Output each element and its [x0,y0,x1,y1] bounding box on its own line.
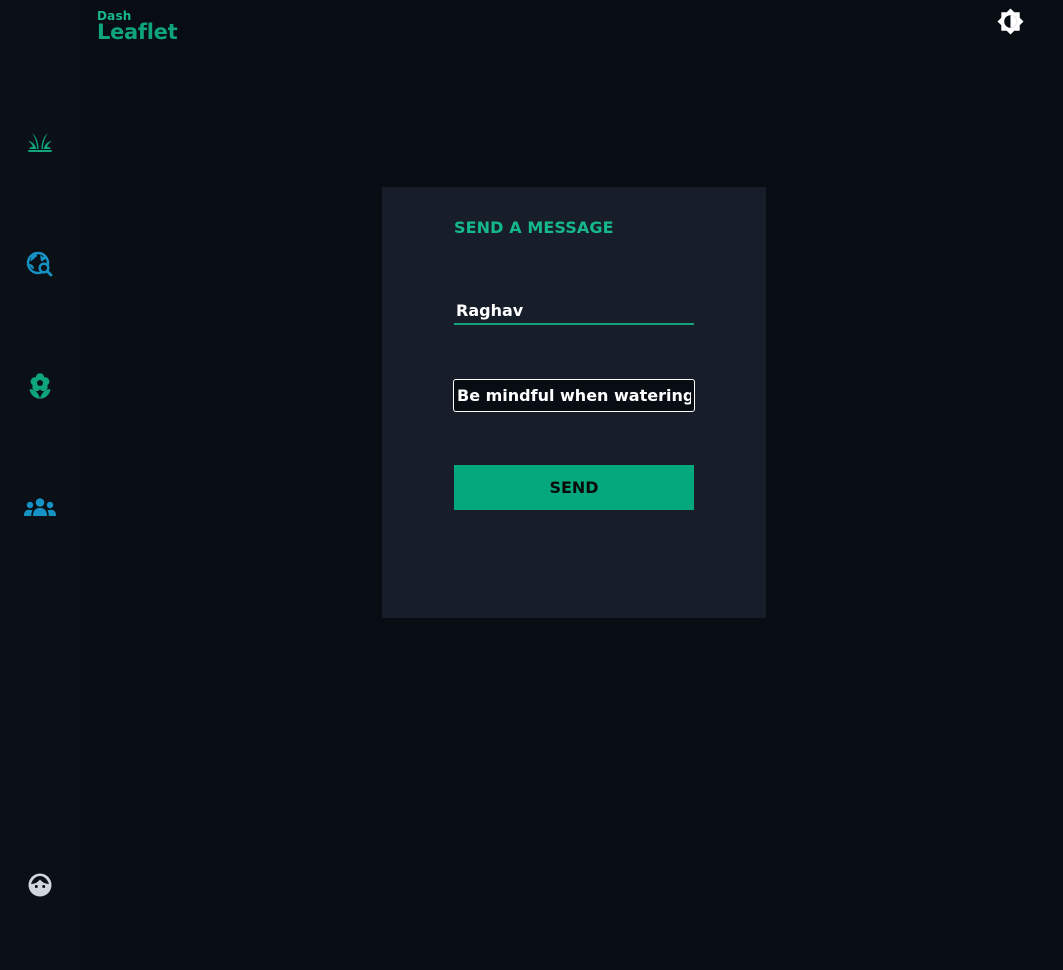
message-input[interactable] [453,379,695,412]
card-title: SEND A MESSAGE [454,218,614,237]
local-florist-icon[interactable] [24,370,56,402]
grass-icon[interactable] [24,127,56,159]
name-input[interactable] [454,297,694,325]
groups-icon[interactable] [24,492,56,524]
travel-explore-icon[interactable] [24,249,56,281]
app-logo[interactable]: Dash Leaflet [97,10,178,44]
brightness-icon[interactable] [997,8,1024,35]
face-icon[interactable] [24,869,56,901]
send-button[interactable]: SEND [454,465,694,510]
message-card: SEND A MESSAGE SEND [382,187,766,618]
sidebar [0,0,80,970]
app-root: Dash Leaflet SEND A MESSAGE SEND [0,0,1063,970]
logo-large-text: Leaflet [97,20,178,44]
